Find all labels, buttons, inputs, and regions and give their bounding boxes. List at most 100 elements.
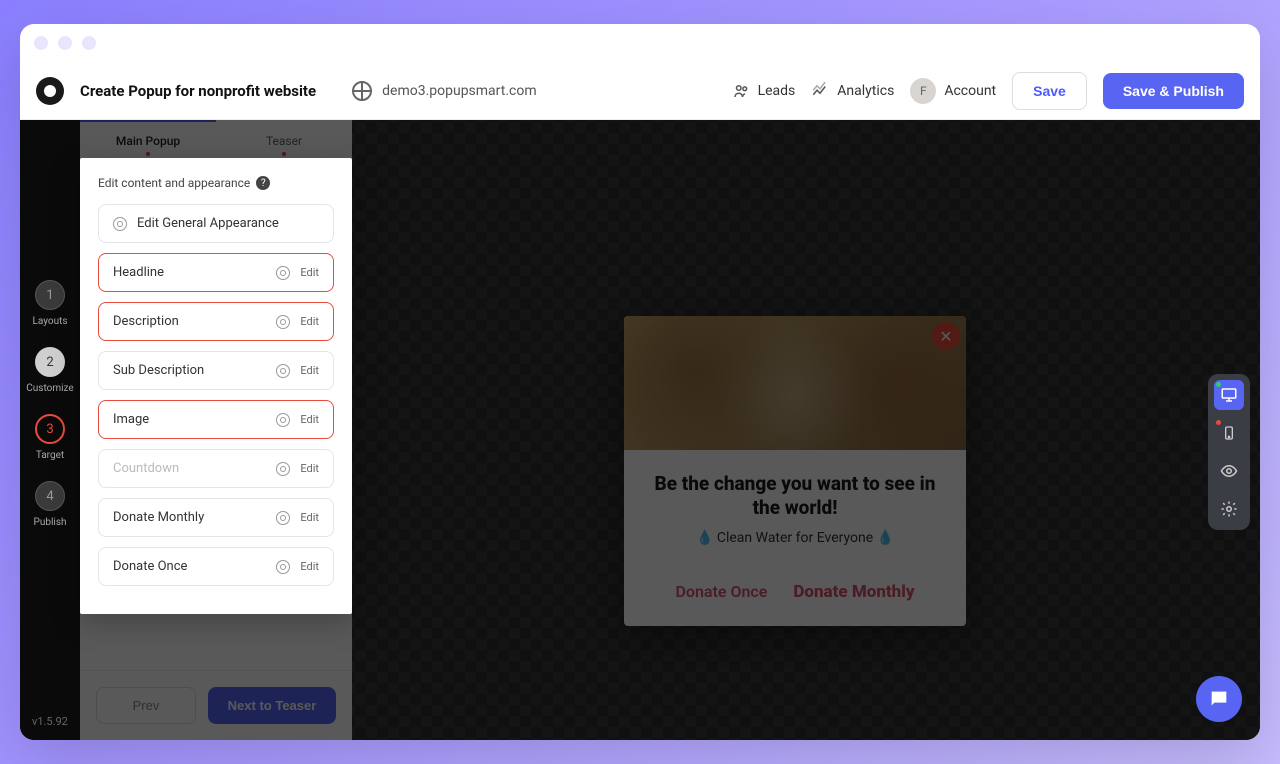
row-label: Donate Once bbox=[113, 559, 266, 574]
settings-button[interactable] bbox=[1214, 494, 1244, 524]
desktop-view-button[interactable] bbox=[1214, 380, 1244, 410]
row-description[interactable]: Description Edit bbox=[98, 302, 334, 341]
prev-button[interactable]: Prev bbox=[96, 687, 196, 724]
window-controls bbox=[34, 36, 96, 54]
step-number: 3 bbox=[35, 414, 65, 444]
popup-subline: 💧 Clean Water for Everyone 💧 bbox=[644, 530, 946, 546]
popup-actions: Donate Once Donate Monthly bbox=[644, 582, 946, 608]
status-dot-icon bbox=[1216, 420, 1221, 425]
step-publish[interactable]: 4 Publish bbox=[34, 481, 67, 528]
browser-frame: Create Popup for nonprofit website demo3… bbox=[20, 24, 1260, 740]
row-sub-description[interactable]: Sub Description Edit bbox=[98, 351, 334, 390]
edit-link[interactable]: Edit bbox=[300, 511, 319, 524]
eye-icon bbox=[1220, 462, 1238, 480]
edit-link[interactable]: Edit bbox=[300, 560, 319, 573]
nav-account[interactable]: F Account bbox=[910, 78, 996, 104]
chat-icon bbox=[1208, 688, 1230, 710]
gear-icon bbox=[276, 560, 290, 574]
row-label: Sub Description bbox=[113, 363, 266, 378]
steps-sidebar: 1 Layouts 2 Customize 3 Target 4 Publish bbox=[20, 120, 80, 740]
row-label: Edit General Appearance bbox=[137, 216, 319, 231]
donate-once-button[interactable]: Donate Once bbox=[675, 582, 767, 602]
chat-support-button[interactable] bbox=[1196, 676, 1242, 722]
step-layouts[interactable]: 1 Layouts bbox=[32, 280, 67, 327]
row-donate-once[interactable]: Donate Once Edit bbox=[98, 547, 334, 586]
row-label: Description bbox=[113, 314, 266, 329]
desktop-icon bbox=[1220, 386, 1238, 404]
popup-image bbox=[624, 316, 966, 450]
row-countdown[interactable]: Countdown Edit bbox=[98, 449, 334, 488]
analytics-icon bbox=[811, 82, 829, 100]
preview-button[interactable] bbox=[1214, 456, 1244, 486]
maximize-window-icon[interactable] bbox=[82, 36, 96, 50]
leads-icon bbox=[732, 82, 750, 100]
panel-heading-text: Edit content and appearance bbox=[98, 176, 250, 190]
main-area: 1 Layouts 2 Customize 3 Target 4 Publish bbox=[20, 120, 1260, 740]
step-number: 1 bbox=[35, 280, 65, 310]
topbar: Create Popup for nonprofit website demo3… bbox=[20, 62, 1260, 120]
row-donate-monthly[interactable]: Donate Monthly Edit bbox=[98, 498, 334, 537]
globe-icon bbox=[352, 81, 372, 101]
version-label: v1.5.92 bbox=[32, 715, 68, 728]
content-editor-popout: Edit content and appearance ? Edit Gener… bbox=[80, 158, 352, 614]
save-button[interactable]: Save bbox=[1012, 72, 1087, 110]
panel-heading: Edit content and appearance ? bbox=[98, 176, 334, 190]
step-customize[interactable]: 2 Customize bbox=[26, 347, 73, 394]
gear-icon bbox=[276, 413, 290, 427]
next-teaser-button[interactable]: Next to Teaser bbox=[208, 687, 336, 724]
row-image[interactable]: Image Edit bbox=[98, 400, 334, 439]
minimize-window-icon[interactable] bbox=[58, 36, 72, 50]
status-dot-icon bbox=[1216, 382, 1221, 387]
step-number: 2 bbox=[35, 347, 65, 377]
gear-icon bbox=[276, 266, 290, 280]
step-label: Layouts bbox=[32, 316, 67, 327]
nav-leads-label: Leads bbox=[758, 83, 796, 99]
edit-link[interactable]: Edit bbox=[300, 413, 319, 426]
edit-link[interactable]: Edit bbox=[300, 315, 319, 328]
row-label: Donate Monthly bbox=[113, 510, 266, 525]
gear-icon bbox=[276, 364, 290, 378]
app-logo-icon[interactable] bbox=[36, 77, 64, 105]
edit-link[interactable]: Edit bbox=[300, 266, 319, 279]
device-toolbar bbox=[1208, 374, 1250, 530]
popup-content: Be the change you want to see in the wor… bbox=[624, 450, 966, 626]
row-headline[interactable]: Headline Edit bbox=[98, 253, 334, 292]
page-title: Create Popup for nonprofit website bbox=[80, 82, 316, 100]
donate-monthly-button[interactable]: Donate Monthly bbox=[793, 582, 914, 602]
gear-icon bbox=[113, 217, 127, 231]
row-general-appearance[interactable]: Edit General Appearance bbox=[98, 204, 334, 243]
row-label: Image bbox=[113, 412, 266, 427]
edit-link[interactable]: Edit bbox=[300, 364, 319, 377]
gear-icon bbox=[276, 511, 290, 525]
tab-label: Main Popup bbox=[116, 134, 180, 148]
edit-link[interactable]: Edit bbox=[300, 462, 319, 475]
step-number: 4 bbox=[35, 481, 65, 511]
canvas: ✕ Be the change you want to see in the w… bbox=[352, 120, 1260, 740]
help-icon[interactable]: ? bbox=[256, 176, 270, 190]
popup-close-button[interactable]: ✕ bbox=[932, 322, 960, 350]
tab-label: Teaser bbox=[266, 134, 302, 148]
gear-icon bbox=[1220, 500, 1238, 518]
tab-indicator-icon bbox=[146, 152, 150, 156]
tab-indicator-icon bbox=[282, 152, 286, 156]
panel-footer: Prev Next to Teaser bbox=[80, 670, 352, 740]
avatar: F bbox=[910, 78, 936, 104]
nav-analytics[interactable]: Analytics bbox=[811, 82, 894, 100]
site-url-area[interactable]: demo3.popupsmart.com bbox=[352, 81, 537, 101]
gear-icon bbox=[276, 462, 290, 476]
step-target[interactable]: 3 Target bbox=[35, 414, 65, 461]
popup-headline: Be the change you want to see in the wor… bbox=[644, 472, 946, 520]
close-window-icon[interactable] bbox=[34, 36, 48, 50]
step-label: Customize bbox=[26, 383, 73, 394]
site-url: demo3.popupsmart.com bbox=[382, 83, 537, 99]
nav-account-label: Account bbox=[944, 83, 996, 99]
row-label: Countdown bbox=[113, 461, 266, 476]
close-icon: ✕ bbox=[939, 327, 952, 346]
mobile-icon bbox=[1221, 425, 1237, 441]
app-root: Create Popup for nonprofit website demo3… bbox=[20, 62, 1260, 740]
save-publish-button[interactable]: Save & Publish bbox=[1103, 73, 1244, 109]
mobile-view-button[interactable] bbox=[1214, 418, 1244, 448]
nav-leads[interactable]: Leads bbox=[732, 82, 796, 100]
step-label: Target bbox=[36, 450, 64, 461]
popup-preview: ✕ Be the change you want to see in the w… bbox=[624, 316, 966, 626]
